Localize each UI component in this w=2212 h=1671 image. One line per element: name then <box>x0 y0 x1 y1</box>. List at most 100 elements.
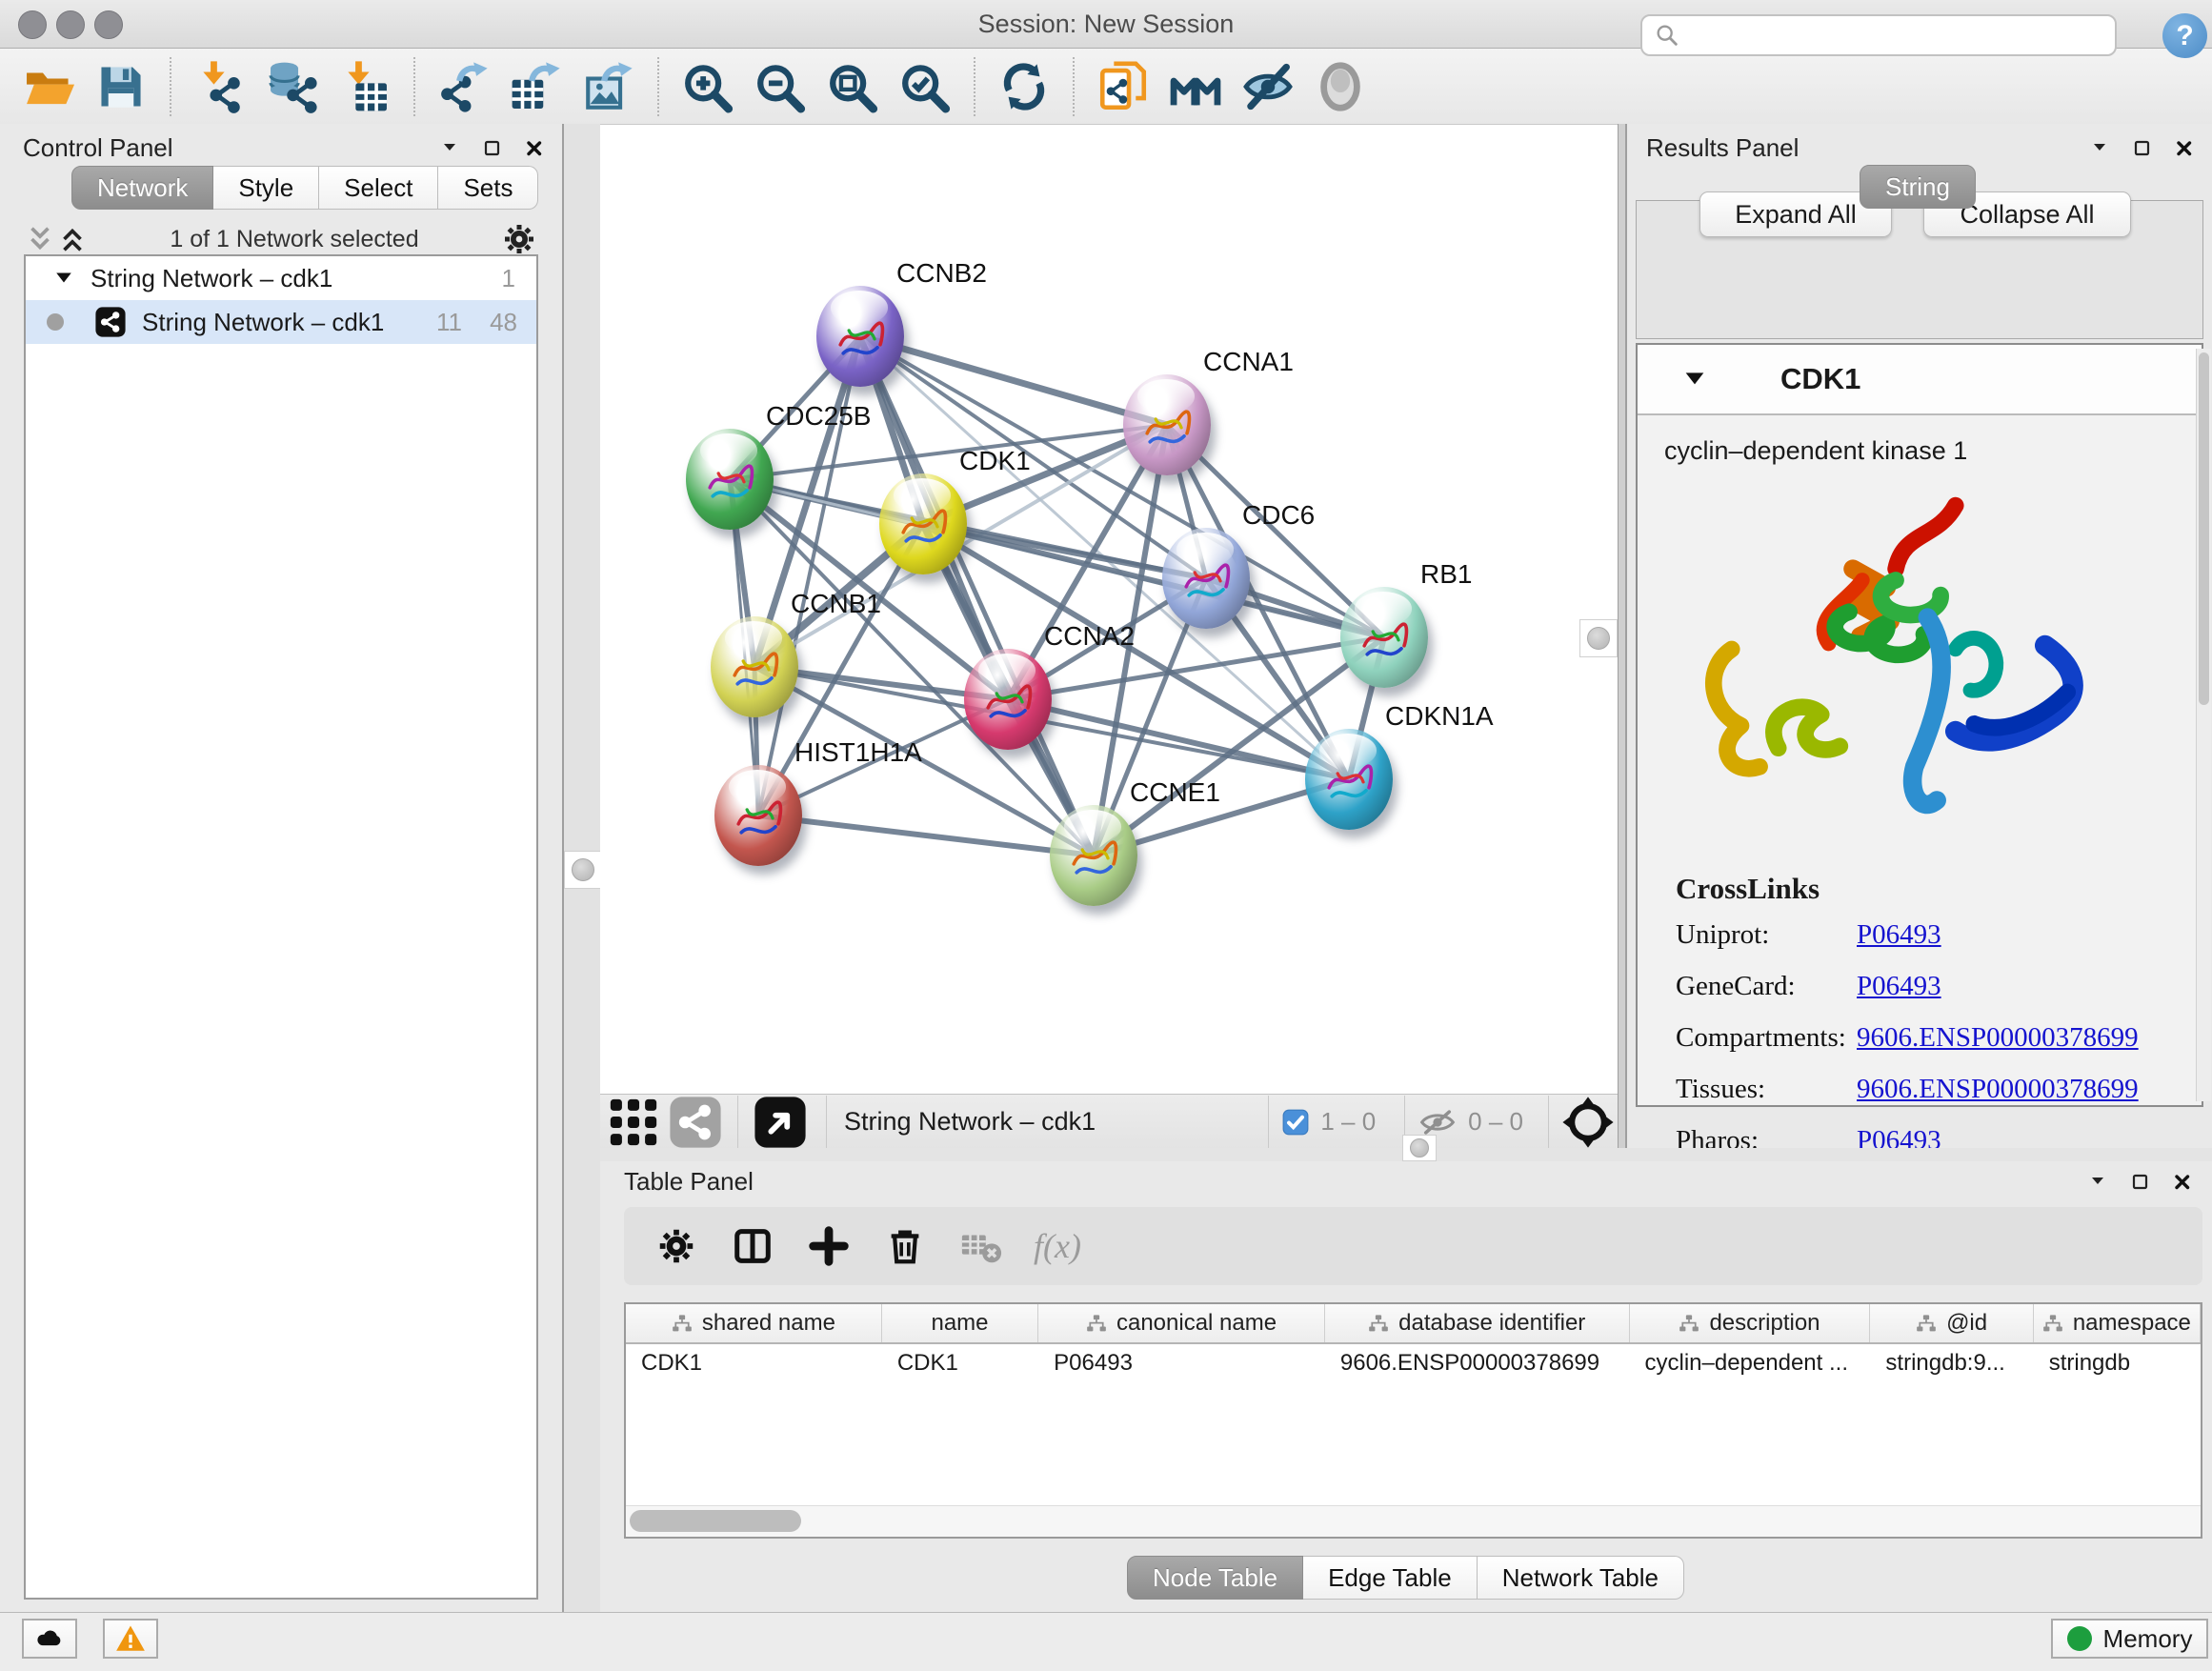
network-node-ccne1[interactable] <box>1050 805 1137 906</box>
collapse-entry-icon[interactable] <box>1683 369 1706 390</box>
import-network-database-icon[interactable] <box>263 57 322 116</box>
left-panel-divider[interactable] <box>562 124 602 1612</box>
zoom-in-icon[interactable] <box>678 57 737 116</box>
crosslink-link[interactable]: P06493 <box>1857 919 1941 951</box>
network-canvas[interactable]: CCNB2 CCNA1 CDC25B CDK1 CDC6 RB1 CCNB1 C… <box>600 124 1618 1095</box>
table-cell[interactable]: CDK1 <box>626 1344 882 1382</box>
results-scrollbar[interactable] <box>2196 349 2211 1101</box>
export-network-icon[interactable] <box>434 57 493 116</box>
network-node-cdkn1a[interactable] <box>1305 729 1393 830</box>
tab-sets[interactable]: Sets <box>438 166 538 210</box>
columns-icon[interactable] <box>729 1222 776 1270</box>
column-header-namespace[interactable]: namespace <box>2034 1304 2201 1342</box>
network-node-hist1h1a[interactable] <box>714 765 802 866</box>
network-list-item[interactable]: String Network – cdk1 1 <box>26 256 536 300</box>
network-node-cdc6[interactable] <box>1162 528 1250 629</box>
open-in-window-icon[interactable] <box>752 1093 809 1152</box>
expand-all-icon[interactable] <box>56 223 89 255</box>
import-table-file-icon[interactable] <box>335 57 394 116</box>
crosslink-link[interactable]: 9606.ENSP00000378699 <box>1857 1074 2139 1105</box>
import-network-file-icon[interactable] <box>191 57 250 116</box>
open-session-icon[interactable] <box>19 57 78 116</box>
network-list-item[interactable]: String Network – cdk1 11 48 <box>26 300 536 344</box>
network-options-gear-icon[interactable] <box>500 220 538 258</box>
show-all-icon[interactable] <box>1311 57 1370 116</box>
first-neighbors-icon[interactable] <box>1166 57 1225 116</box>
right-divider-handle-icon[interactable] <box>1579 619 1618 657</box>
network-node-cdc25b[interactable] <box>686 429 774 530</box>
network-node-ccnb1[interactable] <box>711 616 798 717</box>
table-cell[interactable]: CDK1 <box>882 1344 1038 1382</box>
selected-checkbox-icon[interactable] <box>1282 1109 1309 1136</box>
control-panel-collapse-icon[interactable] <box>440 138 461 159</box>
search-input[interactable] <box>1680 21 2084 50</box>
grid-view-icon[interactable] <box>600 1093 667 1152</box>
table-cell[interactable]: stringdb <box>2034 1344 2201 1382</box>
column-header-database-identifier[interactable]: database identifier <box>1325 1304 1630 1342</box>
hidden-eye-icon[interactable] <box>1418 1108 1457 1137</box>
search-field[interactable] <box>1640 14 2117 56</box>
table-panel-collapse-icon[interactable] <box>2088 1172 2109 1193</box>
birds-eye-view-icon[interactable] <box>1558 1093 1618 1152</box>
cloud-status-button[interactable] <box>22 1619 77 1659</box>
zoom-fit-icon[interactable] <box>823 57 882 116</box>
hide-selected-icon[interactable] <box>1238 57 1297 116</box>
column-header-shared-name[interactable]: shared name <box>626 1304 882 1342</box>
add-column-icon[interactable] <box>805 1222 853 1270</box>
tab-node-table[interactable]: Node Table <box>1127 1556 1303 1600</box>
export-image-icon[interactable] <box>579 57 638 116</box>
control-panel-close-icon[interactable] <box>524 138 545 159</box>
table-panel-float-icon[interactable] <box>2130 1172 2151 1193</box>
save-session-icon[interactable] <box>91 57 151 116</box>
left-divider-handle-icon[interactable] <box>564 851 602 889</box>
bottom-divider-handle-icon[interactable] <box>1402 1135 1437 1161</box>
settings-gear-icon[interactable] <box>653 1222 700 1270</box>
column-header-description[interactable]: description <box>1630 1304 1871 1342</box>
tab-edge-table[interactable]: Edge Table <box>1303 1556 1478 1600</box>
network-node-ccna2[interactable] <box>964 649 1052 750</box>
zoom-out-icon[interactable] <box>751 57 810 116</box>
help-button[interactable]: ? <box>2162 13 2207 58</box>
table-cell[interactable]: 9606.ENSP00000378699 <box>1325 1344 1630 1382</box>
tab-string[interactable]: String <box>1860 165 1976 209</box>
network-edge[interactable] <box>860 336 1167 425</box>
table-cell[interactable]: stringdb:9... <box>1870 1344 2033 1382</box>
results-panel-close-icon[interactable] <box>2174 138 2195 159</box>
network-node-ccna1[interactable] <box>1123 374 1211 475</box>
warning-status-button[interactable] <box>103 1619 158 1659</box>
tab-network[interactable]: Network <box>71 166 213 210</box>
tab-select[interactable]: Select <box>319 166 438 210</box>
table-panel-close-icon[interactable] <box>2172 1172 2193 1193</box>
zoom-selected-icon[interactable] <box>895 57 955 116</box>
results-panel-float-icon[interactable] <box>2132 138 2153 159</box>
crosslink-link[interactable]: P06493 <box>1857 971 1941 1002</box>
network-edge[interactable] <box>758 815 1094 856</box>
clone-network-icon[interactable] <box>1094 57 1153 116</box>
tab-style[interactable]: Style <box>213 166 319 210</box>
column-header-canonical-name[interactable]: canonical name <box>1038 1304 1325 1342</box>
network-edge[interactable] <box>860 336 1094 856</box>
refresh-network-icon[interactable] <box>995 57 1054 116</box>
column-header-name[interactable]: name <box>882 1304 1038 1342</box>
protein-entry-header[interactable]: CDK1 <box>1638 345 2202 415</box>
collapse-all-icon[interactable] <box>24 223 56 255</box>
table-cell[interactable]: P06493 <box>1038 1344 1325 1382</box>
control-panel-float-icon[interactable] <box>482 138 503 159</box>
memory-button[interactable]: Memory <box>2051 1619 2208 1659</box>
crosslink-link[interactable]: 9606.ENSP00000378699 <box>1857 1022 2139 1054</box>
table-row[interactable]: CDK1CDK1P064939606.ENSP00000378699cyclin… <box>626 1344 2201 1382</box>
column-header--id[interactable]: @id <box>1870 1304 2033 1342</box>
export-table-icon[interactable] <box>507 57 566 116</box>
bottom-panel-divider[interactable] <box>600 1148 2212 1161</box>
results-panel-collapse-icon[interactable] <box>2090 138 2111 159</box>
table-scrollbar-thumb[interactable] <box>630 1510 801 1532</box>
network-node-ccnb2[interactable] <box>816 286 904 387</box>
results-scrollbar-thumb[interactable] <box>2199 352 2209 705</box>
tree-expander-icon[interactable] <box>54 270 73 287</box>
table-cell[interactable]: cyclin–dependent ... <box>1630 1344 1871 1382</box>
delete-column-icon[interactable] <box>881 1222 929 1270</box>
network-node-rb1[interactable] <box>1340 587 1428 688</box>
tab-network-table[interactable]: Network Table <box>1478 1556 1684 1600</box>
network-badge-icon[interactable] <box>667 1093 724 1152</box>
network-node-cdk1[interactable] <box>879 473 967 574</box>
